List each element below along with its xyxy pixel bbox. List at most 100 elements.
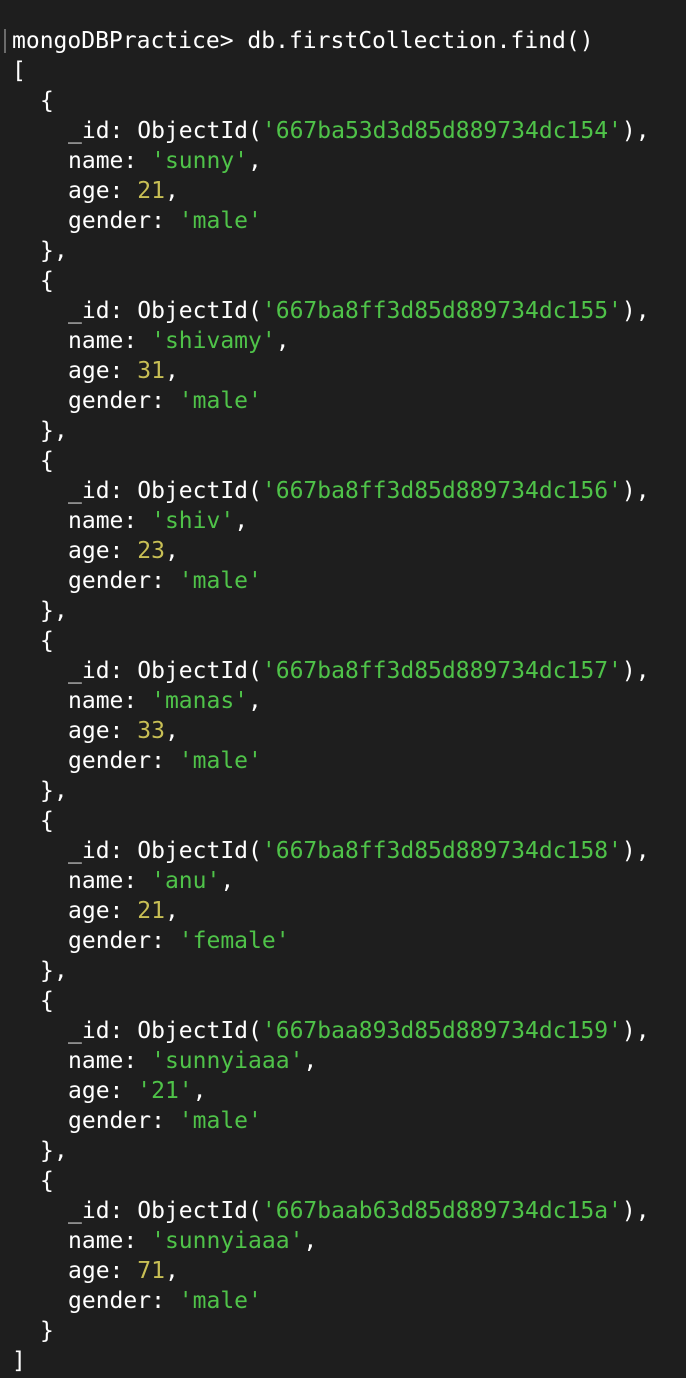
field-id: _id: ObjectId('667ba53d3d85d889734dc154'… — [12, 116, 686, 146]
document: {_id: ObjectId('667baa893d85d889734dc159… — [12, 986, 686, 1166]
field-key: gender: — [68, 208, 179, 234]
field-name: name: 'sunnyiaaa', — [12, 1226, 686, 1256]
document-open-brace: { — [40, 988, 54, 1014]
object-id-value: '667ba8ff3d85d889734dc158' — [261, 838, 622, 864]
field-key: name: — [68, 868, 152, 894]
document-close-brace: }, — [40, 418, 68, 444]
document: {_id: ObjectId('667ba8ff3d85d889734dc156… — [12, 446, 686, 626]
punctuation: ), — [621, 1198, 650, 1224]
field-age: age: 33, — [12, 716, 686, 746]
field-gender: gender: 'male' — [12, 1106, 686, 1136]
field-key: _id: ObjectId( — [68, 1018, 262, 1044]
field-key: _id: ObjectId( — [68, 118, 262, 144]
field-id: _id: ObjectId('667baab63d85d889734dc15a'… — [12, 1196, 686, 1226]
document: {_id: ObjectId('667baab63d85d889734dc15a… — [12, 1166, 686, 1346]
command-text: db.firstCollection.find() — [247, 28, 594, 54]
field-key: name: — [68, 688, 152, 714]
document-open-brace: { — [40, 628, 54, 654]
age-value: 23 — [137, 538, 165, 564]
age-value: 21 — [137, 898, 165, 924]
field-name: name: 'sunny', — [12, 146, 686, 176]
field-key: age: — [68, 358, 138, 384]
document-open-brace: { — [40, 808, 54, 834]
name-value: 'sunny' — [151, 148, 249, 174]
field-key: name: — [68, 508, 152, 534]
punctuation: , — [303, 1048, 318, 1074]
punctuation: , — [303, 1228, 318, 1254]
field-id: _id: ObjectId('667baa893d85d889734dc159'… — [12, 1016, 686, 1046]
field-key: _id: ObjectId( — [68, 1198, 262, 1224]
field-key: gender: — [68, 1108, 179, 1134]
field-age: age: 21, — [12, 896, 686, 926]
object-id-value: '667baa893d85d889734dc159' — [261, 1018, 622, 1044]
close-bracket: ] — [12, 1348, 26, 1374]
field-id: _id: ObjectId('667ba8ff3d85d889734dc157'… — [12, 656, 686, 686]
terminal-window[interactable]: mongoDBPractice> db.firstCollection.find… — [0, 0, 686, 1378]
field-id: _id: ObjectId('667ba8ff3d85d889734dc155'… — [12, 296, 686, 326]
document: {_id: ObjectId('667ba53d3d85d889734dc154… — [12, 86, 686, 266]
field-age: age: 31, — [12, 356, 686, 386]
field-key: age: — [68, 178, 138, 204]
document: {_id: ObjectId('667ba8ff3d85d889734dc158… — [12, 806, 686, 986]
punctuation: ), — [621, 1018, 650, 1044]
field-name: name: 'shivamy', — [12, 326, 686, 356]
punctuation: ), — [621, 118, 650, 144]
punctuation: , — [275, 328, 290, 354]
document-close-brace: }, — [40, 238, 68, 264]
field-name: name: 'anu', — [12, 866, 686, 896]
field-age: age: 23, — [12, 536, 686, 566]
punctuation: , — [192, 1078, 207, 1104]
punctuation: , — [164, 1258, 179, 1284]
open-bracket: [ — [12, 58, 26, 84]
field-age: age: '21', — [12, 1076, 686, 1106]
age-value: 21 — [137, 178, 165, 204]
field-key: _id: ObjectId( — [68, 658, 262, 684]
field-key: gender: — [68, 1288, 179, 1314]
field-gender: gender: 'male' — [12, 746, 686, 776]
field-id: _id: ObjectId('667ba8ff3d85d889734dc158'… — [12, 836, 686, 866]
field-gender: gender: 'male' — [12, 1286, 686, 1316]
field-age: age: 21, — [12, 176, 686, 206]
field-gender: gender: 'male' — [12, 206, 686, 236]
gender-value: 'male' — [178, 1288, 262, 1314]
name-value: 'shivamy' — [151, 328, 276, 354]
document-list: {_id: ObjectId('667ba53d3d85d889734dc154… — [12, 86, 686, 1346]
gender-value: 'male' — [178, 748, 262, 774]
field-key: age: — [68, 1078, 138, 1104]
document-close-brace: }, — [40, 1138, 68, 1164]
punctuation: , — [164, 718, 179, 744]
field-key: age: — [68, 1258, 138, 1284]
field-gender: gender: 'female' — [12, 926, 686, 956]
age-value: 31 — [137, 358, 165, 384]
gender-value: 'male' — [178, 1108, 262, 1134]
document-open-brace: { — [40, 268, 54, 294]
name-value: 'sunnyiaaa' — [151, 1048, 304, 1074]
document-close-brace: }, — [40, 958, 68, 984]
name-value: 'anu' — [151, 868, 221, 894]
object-id-value: '667baab63d85d889734dc15a' — [261, 1198, 622, 1224]
object-id-value: '667ba8ff3d85d889734dc155' — [261, 298, 622, 324]
document-open-brace: { — [40, 1168, 54, 1194]
age-value: '21' — [137, 1078, 193, 1104]
punctuation: ), — [621, 478, 650, 504]
field-key: gender: — [68, 928, 179, 954]
name-value: 'manas' — [151, 688, 249, 714]
object-id-value: '667ba8ff3d85d889734dc156' — [261, 478, 622, 504]
punctuation: , — [164, 358, 179, 384]
document-open-brace: { — [40, 88, 54, 114]
field-key: _id: ObjectId( — [68, 298, 262, 324]
object-id-value: '667ba53d3d85d889734dc154' — [261, 118, 622, 144]
field-name: name: 'sunnyiaaa', — [12, 1046, 686, 1076]
punctuation: , — [164, 538, 179, 564]
gender-value: 'male' — [178, 568, 262, 594]
field-key: gender: — [68, 568, 179, 594]
field-id: _id: ObjectId('667ba8ff3d85d889734dc156'… — [12, 476, 686, 506]
field-gender: gender: 'male' — [12, 566, 686, 596]
field-key: age: — [68, 718, 138, 744]
name-value: 'sunnyiaaa' — [151, 1228, 304, 1254]
command-line: mongoDBPractice> db.firstCollection.find… — [12, 26, 686, 56]
punctuation: , — [248, 148, 262, 174]
field-key: age: — [68, 538, 138, 564]
document-close-brace: }, — [40, 598, 68, 624]
punctuation: , — [220, 868, 235, 894]
